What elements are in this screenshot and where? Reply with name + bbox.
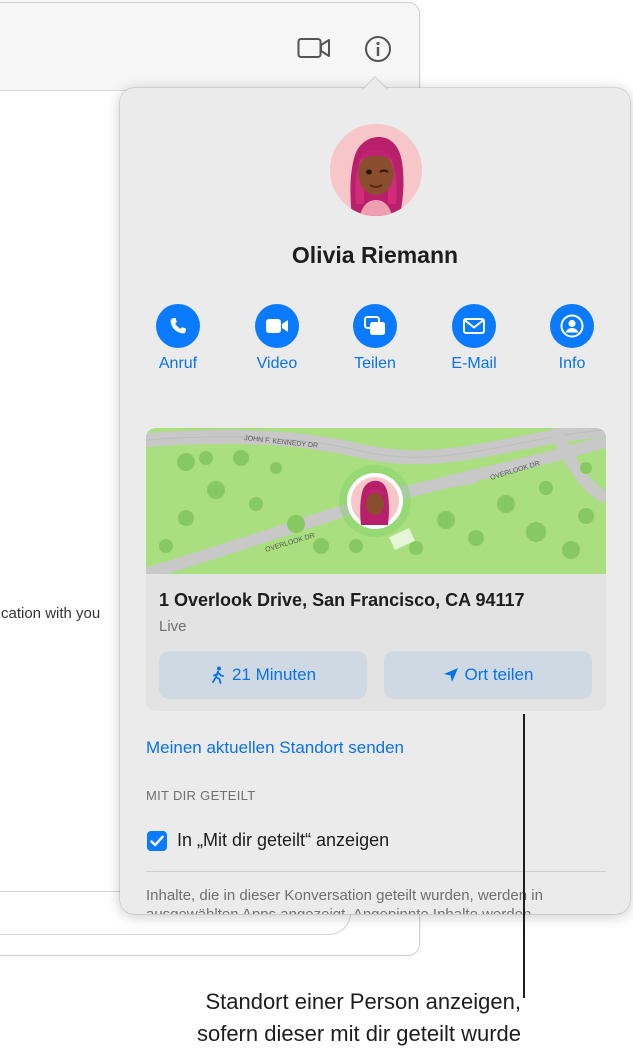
location-status: Live	[159, 618, 187, 635]
video-button[interactable]: Video	[232, 304, 322, 373]
share-location-button[interactable]: Ort teilen	[384, 651, 592, 699]
person-icon	[560, 314, 584, 338]
location-address: 1 Overlook Drive, San Francisco, CA 9411…	[159, 590, 525, 610]
contact-name: Olivia Riemann	[291, 242, 459, 268]
video-call-icon[interactable]	[297, 37, 331, 59]
section-divider	[146, 871, 606, 872]
show-in-shared-with-you-checkbox[interactable]	[147, 831, 167, 851]
location-arrow-icon	[443, 668, 458, 682]
contact-avatar	[330, 124, 422, 216]
info-circle	[550, 304, 594, 348]
directions-label: 21 Minuten	[231, 665, 317, 684]
caption-line-1: Standort einer Person anzeigen,	[205, 989, 521, 1014]
info-label: Info	[558, 355, 586, 372]
info-icon[interactable]	[364, 35, 392, 63]
phone-circle	[156, 304, 200, 348]
directions-button[interactable]: 21 Minuten	[159, 651, 367, 699]
contact-details-popover: Olivia Riemann Anruf Video Teilen E-Mail…	[120, 88, 630, 914]
info-button[interactable]: Info	[527, 304, 617, 373]
mail-icon	[463, 318, 485, 334]
show-in-shared-with-you-label: In „Mit dir geteilt“ anzeigen	[177, 830, 390, 850]
email-button[interactable]: E-Mail	[429, 304, 519, 373]
contact-actions: Anruf Video Teilen E-Mail Info	[120, 304, 630, 384]
popover-arrow	[362, 76, 388, 90]
callout-line	[523, 714, 525, 998]
caption-line-2: sofern dieser mit dir geteilt wurde	[196, 1021, 521, 1046]
share-label: Teilen	[354, 355, 396, 372]
video-circle	[255, 304, 299, 348]
email-label: E-Mail	[451, 355, 497, 372]
checkmark-icon	[150, 835, 164, 847]
phone-icon	[170, 317, 187, 334]
video-label: Video	[256, 355, 298, 372]
callout-caption: Standort einer Person anzeigen, sofern d…	[197, 986, 521, 1050]
location-card: JOHN F. KENNEDY DR OVERLOOK DR OVERLOOK …	[146, 428, 606, 711]
shared-content-info-text: Inhalte, die in dieser Konversation gete…	[146, 887, 543, 914]
send-current-location-link[interactable]: Meinen aktuellen Standort senden	[146, 738, 404, 758]
share-button[interactable]: Teilen	[330, 304, 420, 373]
email-circle	[452, 304, 496, 348]
memoji-avatar-image	[330, 124, 422, 216]
window-toolbar	[0, 3, 419, 91]
share-circle	[353, 304, 397, 348]
walking-person-icon	[212, 666, 224, 684]
chat-message-fragment: cation with you	[1, 605, 101, 622]
location-map[interactable]: JOHN F. KENNEDY DR OVERLOOK DR OVERLOOK …	[146, 428, 606, 574]
shared-with-you-heading: MIT DIR GETEILT	[146, 788, 256, 803]
video-icon	[266, 319, 288, 333]
share-screen-icon	[364, 316, 385, 335]
share-location-label: Ort teilen	[464, 665, 534, 684]
call-label: Anruf	[158, 355, 198, 372]
call-button[interactable]: Anruf	[133, 304, 223, 373]
